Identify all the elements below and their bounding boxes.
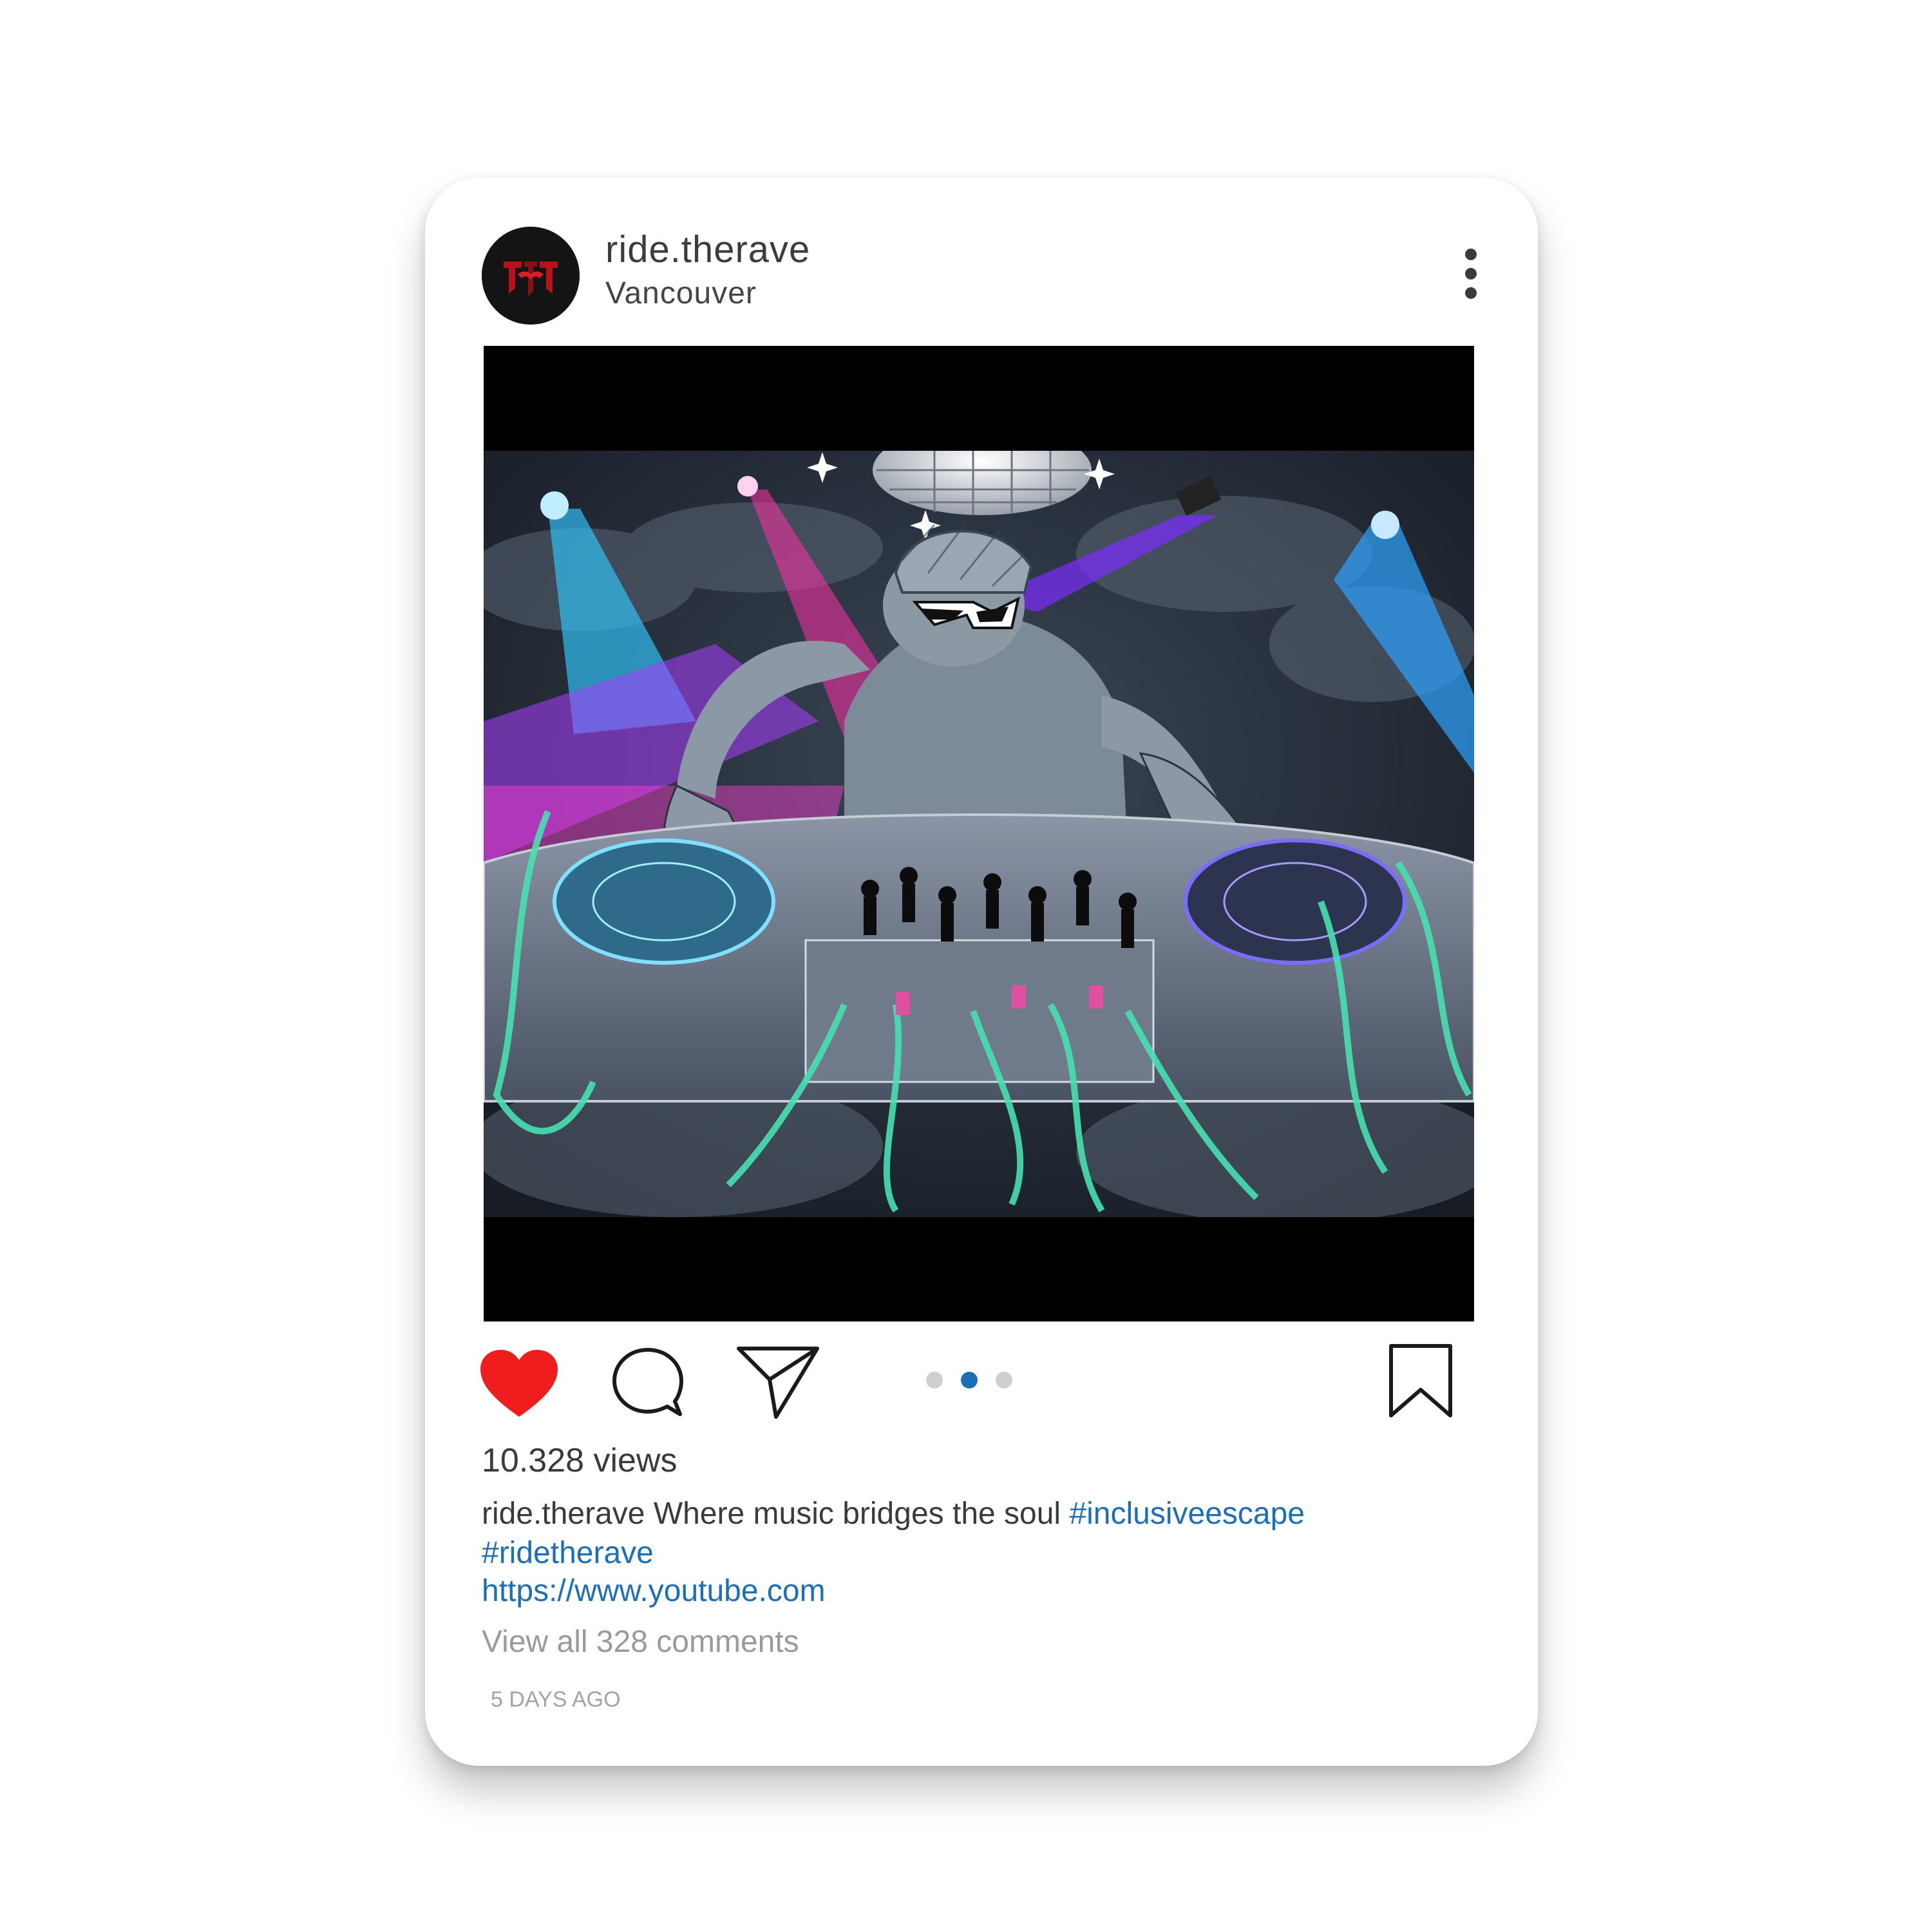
post-username[interactable]: ride.therave xyxy=(605,228,810,271)
more-dot xyxy=(1465,268,1477,279)
send-icon[interactable] xyxy=(736,1345,820,1419)
comment-icon[interactable] xyxy=(611,1346,685,1418)
carousel-indicator xyxy=(926,1372,1023,1391)
more-vertical-icon[interactable] xyxy=(1458,249,1484,307)
caption-username[interactable]: ride.therave xyxy=(482,1497,645,1531)
dj-artwork-image xyxy=(484,451,1474,1217)
hashtag-link[interactable]: #inclusiveescape xyxy=(1069,1497,1305,1531)
profile-avatar[interactable] xyxy=(482,227,580,325)
post-timestamp: 5 DAYS AGO xyxy=(491,1687,621,1712)
bookmark-icon[interactable] xyxy=(1387,1342,1454,1419)
more-dot xyxy=(1465,249,1477,260)
caption-text: Where music bridges the soul xyxy=(645,1497,1070,1531)
post-caption: ride.therave Where music bridges the sou… xyxy=(482,1494,1461,1573)
external-link[interactable]: https://www.youtube.com xyxy=(482,1574,826,1608)
logo-icon xyxy=(482,227,580,325)
post-link: https://www.youtube.com xyxy=(482,1571,826,1611)
view-all-comments[interactable]: View all 328 comments xyxy=(482,1624,799,1660)
carousel-dot[interactable] xyxy=(961,1372,978,1388)
more-dot xyxy=(1465,287,1477,299)
carousel-dot[interactable] xyxy=(926,1372,943,1388)
post-location[interactable]: Vancouver xyxy=(605,276,757,311)
post-card: ride.therave Vancouver 10.328 views ride… xyxy=(425,178,1538,1766)
post-media[interactable] xyxy=(484,346,1474,1321)
view-count: 10.328 views xyxy=(482,1442,677,1479)
heart-icon[interactable] xyxy=(479,1349,559,1419)
carousel-dot[interactable] xyxy=(996,1372,1012,1388)
hashtag-link[interactable]: #ridetherave xyxy=(482,1536,654,1570)
